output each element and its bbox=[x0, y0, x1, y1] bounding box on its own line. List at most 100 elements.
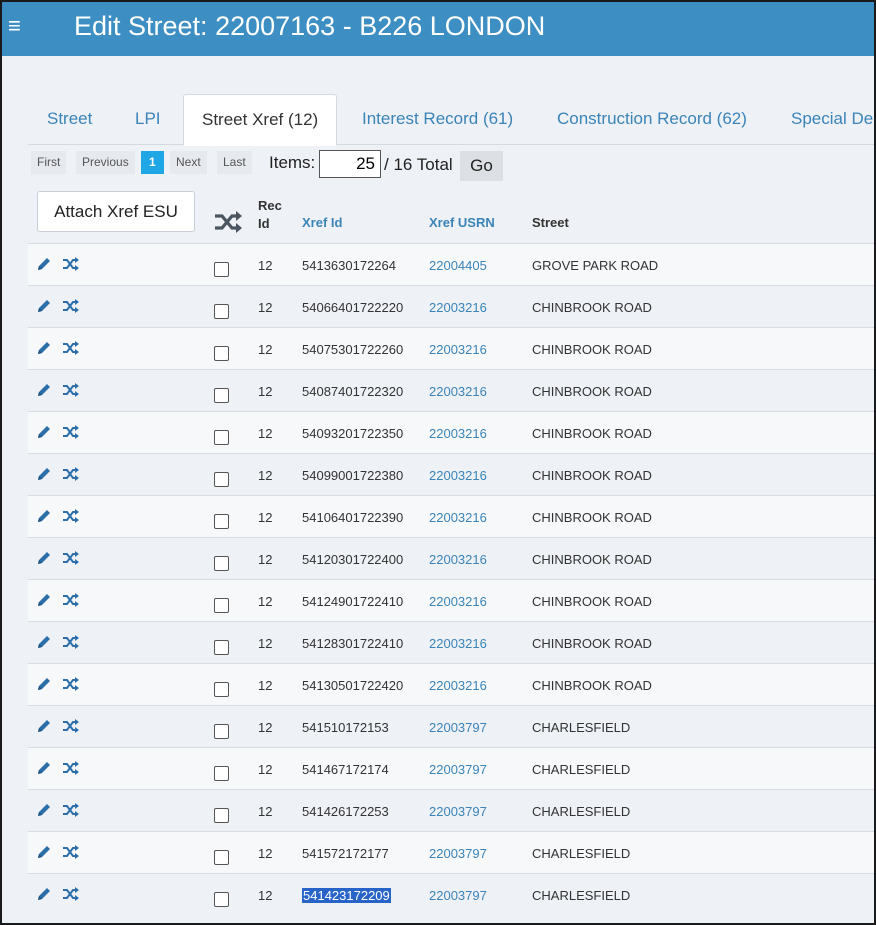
shuffle-icon[interactable] bbox=[62, 382, 80, 398]
attach-xref-esu-button[interactable]: Attach Xref ESU bbox=[37, 191, 195, 232]
shuffle-icon[interactable] bbox=[62, 508, 80, 524]
pencil-icon[interactable] bbox=[36, 676, 52, 692]
cell-xref-usrn-link[interactable]: 22003216 bbox=[429, 342, 487, 357]
shuffle-icon[interactable] bbox=[62, 676, 80, 692]
cell-xref-usrn-link[interactable]: 22003797 bbox=[429, 762, 487, 777]
row-checkbox[interactable] bbox=[214, 892, 229, 907]
pencil-icon[interactable] bbox=[36, 256, 52, 272]
shuffle-icon[interactable] bbox=[62, 550, 80, 566]
row-checkbox[interactable] bbox=[214, 304, 229, 319]
pencil-icon[interactable] bbox=[36, 718, 52, 734]
shuffle-icon[interactable] bbox=[62, 802, 80, 818]
cell-xref-usrn-link[interactable]: 22003797 bbox=[429, 888, 487, 903]
items-per-page-input[interactable] bbox=[319, 150, 381, 178]
cell-xref-usrn-link[interactable]: 22003797 bbox=[429, 804, 487, 819]
pencil-icon[interactable] bbox=[36, 382, 52, 398]
cell-xref-usrn-link[interactable]: 22004405 bbox=[429, 258, 487, 273]
menu-icon[interactable]: ≡ bbox=[8, 15, 21, 37]
shuffle-icon[interactable] bbox=[62, 340, 80, 356]
row-checkbox[interactable] bbox=[214, 514, 229, 529]
row-checkbox[interactable] bbox=[214, 346, 229, 361]
shuffle-icon[interactable] bbox=[62, 592, 80, 608]
pencil-icon[interactable] bbox=[36, 844, 52, 860]
table-row: 12 54106401722390 22003216 CHINBROOK ROAD bbox=[28, 495, 874, 537]
pencil-icon[interactable] bbox=[36, 802, 52, 818]
pager-first[interactable]: First bbox=[31, 151, 67, 174]
row-checkbox[interactable] bbox=[214, 682, 229, 697]
column-header-xref-id[interactable]: Xref Id bbox=[302, 215, 342, 230]
cell-xref-id: 54130501722420 bbox=[302, 678, 404, 693]
shuffle-icon[interactable] bbox=[62, 298, 80, 314]
table-row: 12 54130501722420 22003216 CHINBROOK ROAD bbox=[28, 663, 874, 705]
cell-xref-usrn-link[interactable]: 22003216 bbox=[429, 594, 487, 609]
tab-street-xref[interactable]: Street Xref (12) bbox=[183, 94, 338, 146]
row-checkbox[interactable] bbox=[214, 598, 229, 613]
pencil-icon[interactable] bbox=[36, 550, 52, 566]
cell-street: CHARLESFIELD bbox=[532, 846, 631, 861]
column-header-xref-usrn[interactable]: Xref USRN bbox=[429, 215, 495, 230]
cell-xref-usrn-link[interactable]: 22003797 bbox=[429, 846, 487, 861]
shuffle-icon[interactable] bbox=[62, 466, 80, 482]
row-checkbox[interactable] bbox=[214, 808, 229, 823]
shuffle-icon[interactable] bbox=[62, 256, 80, 272]
cell-rec-id: 12 bbox=[258, 804, 273, 819]
table-row: 12 54124901722410 22003216 CHINBROOK ROAD bbox=[28, 579, 874, 621]
shuffle-icon[interactable] bbox=[62, 844, 80, 860]
pencil-icon[interactable] bbox=[36, 466, 52, 482]
pager-last[interactable]: Last bbox=[217, 151, 252, 174]
shuffle-icon[interactable] bbox=[62, 634, 80, 650]
cell-xref-usrn-link[interactable]: 22003216 bbox=[429, 300, 487, 315]
row-checkbox[interactable] bbox=[214, 556, 229, 571]
cell-xref-usrn-link[interactable]: 22003216 bbox=[429, 468, 487, 483]
cell-xref-usrn-link[interactable]: 22003216 bbox=[429, 384, 487, 399]
shuffle-icon[interactable] bbox=[62, 424, 80, 440]
tab-interest-record[interactable]: Interest Record (61) bbox=[362, 94, 513, 145]
items-label: Items: bbox=[269, 153, 316, 172]
table-row: 12 54120301722400 22003216 CHINBROOK ROAD bbox=[28, 537, 874, 579]
pager-next[interactable]: Next bbox=[170, 151, 207, 174]
pencil-icon[interactable] bbox=[36, 760, 52, 776]
row-checkbox[interactable] bbox=[214, 472, 229, 487]
cell-xref-usrn-link[interactable]: 22003216 bbox=[429, 636, 487, 651]
pencil-icon[interactable] bbox=[36, 424, 52, 440]
pencil-icon[interactable] bbox=[36, 340, 52, 356]
pager-current-page[interactable]: 1 bbox=[141, 151, 164, 174]
page-title: Edit Street: 22007163 - B226 LONDON bbox=[74, 11, 546, 41]
table-row: 12 541510172153 22003797 CHARLESFIELD bbox=[28, 705, 874, 747]
cell-xref-usrn-link[interactable]: 22003797 bbox=[429, 720, 487, 735]
row-checkbox[interactable] bbox=[214, 724, 229, 739]
shuffle-icon[interactable] bbox=[62, 718, 80, 734]
tab-bar: Street LPI Street Xref (12) Interest Rec… bbox=[28, 94, 874, 146]
column-header-rec-id: Rec Id bbox=[258, 198, 282, 231]
tab-special-designation[interactable]: Special De bbox=[791, 94, 873, 145]
pencil-icon[interactable] bbox=[36, 592, 52, 608]
total-count: / 16 Total bbox=[384, 155, 453, 174]
row-checkbox[interactable] bbox=[214, 430, 229, 445]
row-checkbox[interactable] bbox=[214, 640, 229, 655]
row-checkbox[interactable] bbox=[214, 262, 229, 277]
pencil-icon[interactable] bbox=[36, 634, 52, 650]
row-checkbox[interactable] bbox=[214, 388, 229, 403]
cell-xref-usrn-link[interactable]: 22003216 bbox=[429, 510, 487, 525]
tab-construction-record[interactable]: Construction Record (62) bbox=[557, 94, 747, 145]
cell-street: CHARLESFIELD bbox=[532, 720, 631, 735]
row-checkbox[interactable] bbox=[214, 766, 229, 781]
cell-xref-usrn-link[interactable]: 22003216 bbox=[429, 678, 487, 693]
pencil-icon[interactable] bbox=[36, 298, 52, 314]
go-button[interactable]: Go bbox=[460, 151, 503, 181]
pager-previous[interactable]: Previous bbox=[76, 151, 135, 174]
pencil-icon[interactable] bbox=[36, 886, 52, 902]
tab-street[interactable]: Street bbox=[47, 94, 92, 145]
shuffle-icon[interactable] bbox=[213, 210, 243, 234]
cell-xref-usrn-link[interactable]: 22003216 bbox=[429, 426, 487, 441]
shuffle-icon[interactable] bbox=[62, 886, 80, 902]
cell-rec-id: 12 bbox=[258, 342, 273, 357]
shuffle-icon[interactable] bbox=[62, 760, 80, 776]
pencil-icon[interactable] bbox=[36, 508, 52, 524]
cell-rec-id: 12 bbox=[258, 762, 273, 777]
cell-xref-usrn-link[interactable]: 22003216 bbox=[429, 552, 487, 567]
tab-lpi[interactable]: LPI bbox=[135, 94, 161, 145]
row-checkbox[interactable] bbox=[214, 850, 229, 865]
cell-xref-id: 541572172177 bbox=[302, 846, 389, 861]
cell-xref-id: 541423172209 bbox=[302, 888, 391, 903]
